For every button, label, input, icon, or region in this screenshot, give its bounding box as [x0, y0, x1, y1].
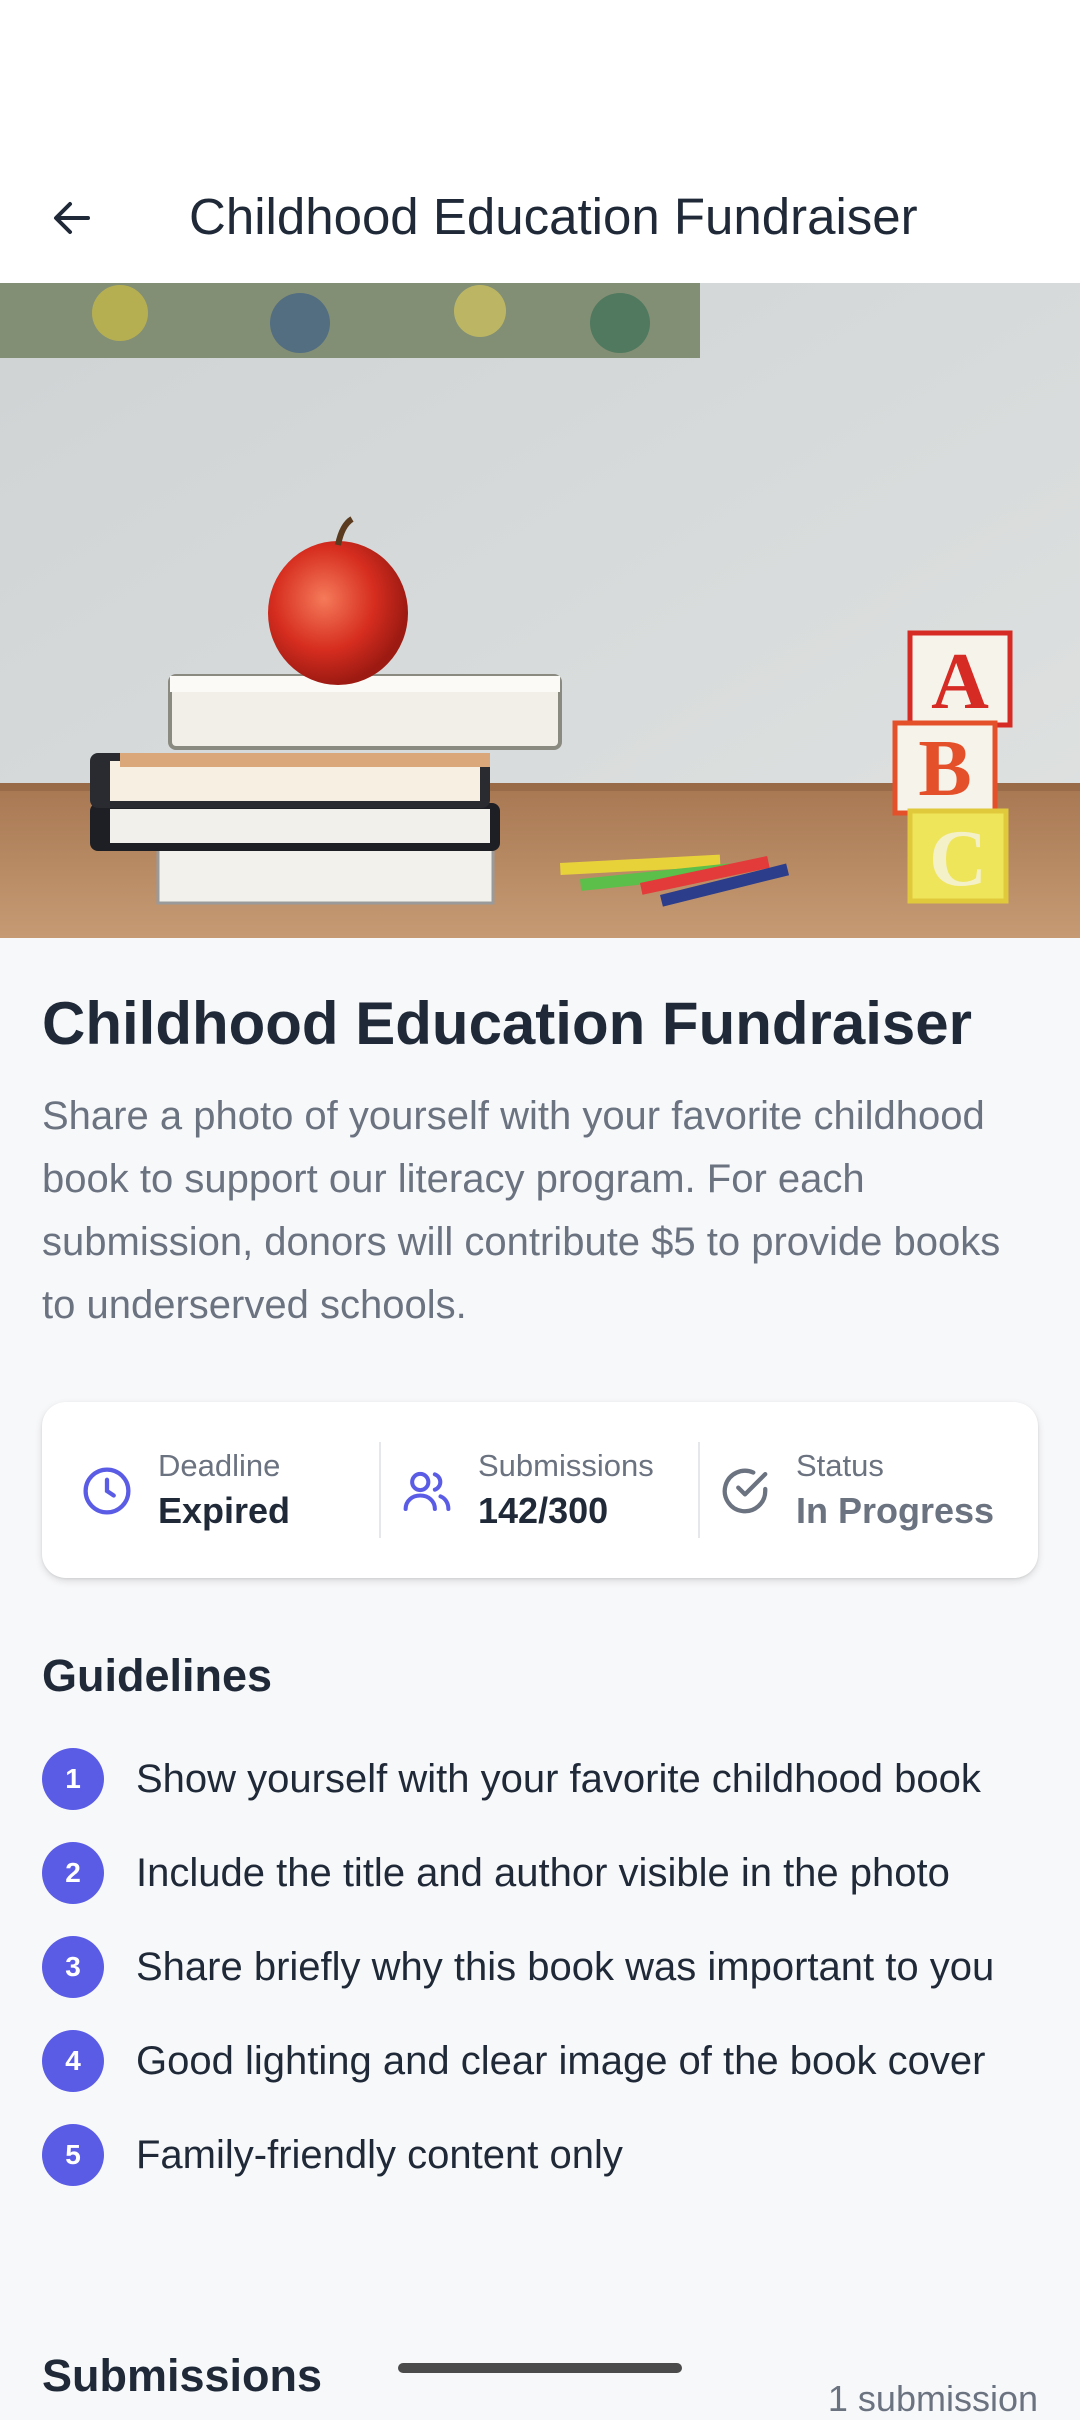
app-bar: Childhood Education Fundraiser	[0, 150, 1080, 284]
status-value: In Progress	[796, 1490, 995, 1531]
home-indicator[interactable]	[398, 2363, 682, 2373]
svg-text:B: B	[918, 725, 971, 813]
guideline-item: 4 Good lighting and clear image of the b…	[42, 2030, 1042, 2093]
guideline-item: 5 Family-friendly content only	[42, 2124, 1042, 2187]
guideline-item: 2 Include the title and author visible i…	[42, 1842, 1042, 1905]
arrow-left-icon	[54, 202, 90, 234]
submissions-value: 142/300	[478, 1490, 609, 1531]
status-stat: Status In Progress	[680, 1402, 1020, 1578]
status-bar	[0, 0, 1080, 150]
campaign-description: Share a photo of yourself with your favo…	[42, 1094, 1001, 1327]
submissions-heading: Submissions	[42, 2350, 323, 2401]
guideline-item: 3 Share briefly why this book was import…	[42, 1936, 1042, 1999]
svg-text:A: A	[931, 638, 989, 726]
submissions-stat: Submissions 142/300	[362, 1402, 692, 1578]
svg-text:C: C	[929, 815, 987, 903]
deadline-value: Expired	[158, 1490, 291, 1531]
guidelines-list: 1 Show yourself with your favorite child…	[42, 1748, 1042, 2218]
step-number-badge: 2	[42, 1842, 104, 1904]
stats-card: Deadline Expired Submissions 142/300 Sta…	[42, 1402, 1038, 1578]
guideline-text: Share briefly why this book was importan…	[136, 1945, 995, 1989]
app-bar-title: Childhood Education Fundraiser	[189, 188, 918, 245]
guideline-text: Family-friendly content only	[136, 2133, 623, 2177]
hero-illustration: A B C	[0, 283, 1080, 938]
submissions-count: 1 submission	[827, 2378, 1038, 2419]
deadline-label: Deadline	[158, 1448, 281, 1483]
guideline-text: Show yourself with your favorite childho…	[136, 1757, 981, 1801]
back-button[interactable]	[30, 176, 114, 260]
guideline-text: Include the title and author visible in …	[136, 1851, 950, 1895]
submissions-label: Submissions	[478, 1448, 654, 1483]
check-circle-icon	[722, 1468, 768, 1514]
users-icon	[403, 1471, 451, 1512]
step-number-badge: 1	[42, 1748, 104, 1810]
clock-icon	[83, 1467, 131, 1515]
guidelines-heading: Guidelines	[42, 1650, 273, 1701]
step-number-badge: 4	[42, 2030, 104, 2092]
guideline-item: 1 Show yourself with your favorite child…	[42, 1748, 1042, 1811]
guideline-text: Good lighting and clear image of the boo…	[136, 2039, 986, 2083]
step-number-badge: 3	[42, 1936, 104, 1998]
campaign-title: Childhood Education Fundraiser	[42, 990, 972, 1057]
deadline-stat: Deadline Expired	[42, 1402, 372, 1578]
status-label: Status	[796, 1448, 884, 1483]
step-number-badge: 5	[42, 2124, 104, 2186]
hero-photo: A B C	[0, 283, 1080, 938]
